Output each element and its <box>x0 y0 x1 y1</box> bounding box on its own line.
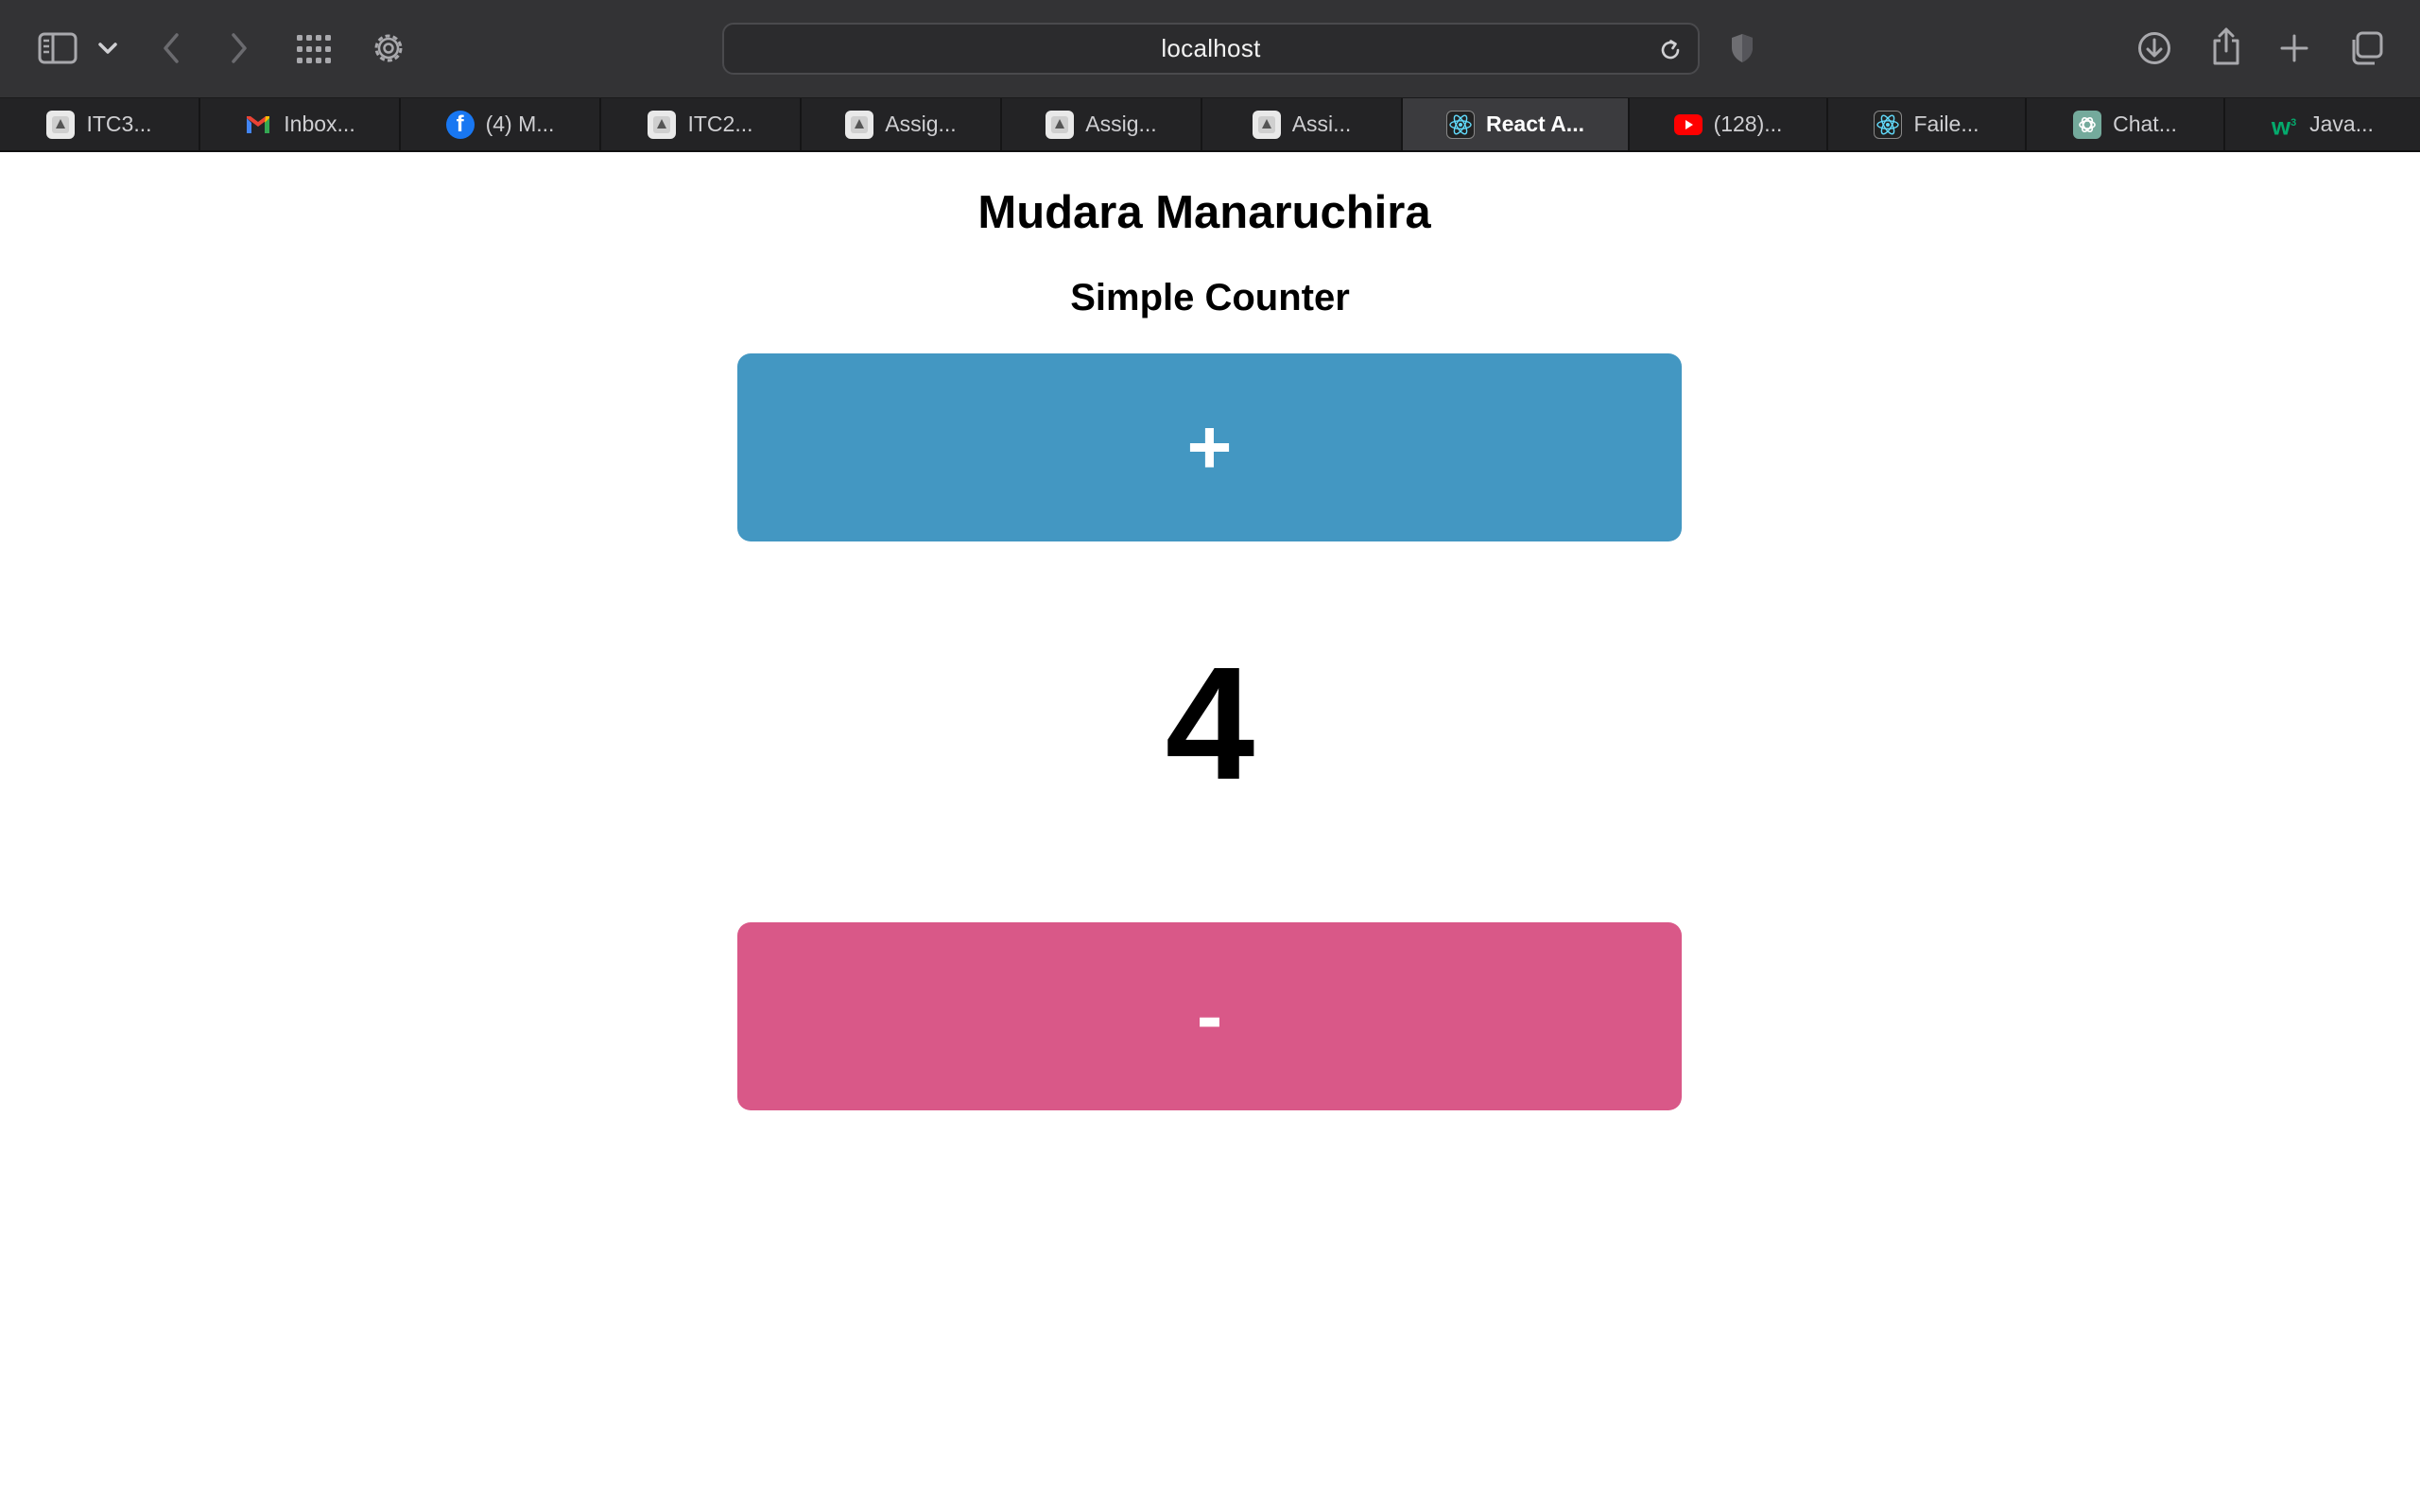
tab-label: Java... <box>2309 112 2374 136</box>
tab-strip: ITC3... Inbox... f (4) M... ITC2... Assi… <box>0 97 2420 152</box>
tab-label: Assig... <box>885 112 957 136</box>
tab-itc3[interactable]: ITC3... <box>0 98 200 150</box>
tab-label: Assi... <box>1291 112 1352 136</box>
new-tab-icon[interactable] <box>2276 30 2312 66</box>
youtube-icon <box>1673 111 1703 139</box>
increment-button[interactable]: + <box>737 353 1682 541</box>
page-content: Mudara Manaruchira Simple Counter + 4 - <box>0 152 2420 1512</box>
reload-icon[interactable] <box>1656 36 1685 64</box>
document-icon <box>1046 110 1075 139</box>
w3schools-icon: w3 <box>2271 112 2297 141</box>
tab-label: ITC2... <box>687 112 753 136</box>
tab-label: React A... <box>1486 112 1584 136</box>
tab-chatgpt[interactable]: Chat... <box>2027 98 2225 150</box>
tab-label: (128)... <box>1713 112 1783 136</box>
browser-toolbar: localhost <box>0 0 2420 97</box>
react-icon <box>1446 110 1476 139</box>
tab-label: (4) M... <box>485 112 555 136</box>
tab-failed[interactable]: Faile... <box>1828 98 2027 150</box>
gear-icon[interactable] <box>369 28 408 68</box>
tab-label: Assig... <box>1085 112 1157 136</box>
sidebar-toggle-icon[interactable] <box>36 28 79 68</box>
counter-value: 4 <box>1165 634 1255 814</box>
tab-youtube[interactable]: (128)... <box>1630 98 1828 150</box>
tab-label: Faile... <box>1913 112 1979 136</box>
privacy-shield-icon[interactable] <box>1726 30 1758 66</box>
tab-label: Chat... <box>2113 112 2177 136</box>
document-icon <box>46 110 76 139</box>
chevron-down-icon[interactable] <box>95 36 121 60</box>
tab-assignment-2[interactable]: Assig... <box>1002 98 1202 150</box>
address-bar[interactable]: localhost <box>722 23 1700 75</box>
tab-inbox[interactable]: Inbox... <box>200 98 401 150</box>
tab-assignment-1[interactable]: Assig... <box>802 98 1002 150</box>
tab-facebook[interactable]: f (4) M... <box>401 98 601 150</box>
tab-react-app[interactable]: React A... <box>1403 98 1630 150</box>
document-icon <box>648 110 677 139</box>
tab-label: Inbox... <box>284 112 355 136</box>
document-icon <box>1252 110 1281 139</box>
react-icon <box>1874 110 1903 139</box>
decrement-button[interactable]: - <box>737 922 1682 1110</box>
address-text: localhost <box>1161 34 1261 62</box>
tab-assignment-3[interactable]: Assi... <box>1202 98 1403 150</box>
back-icon[interactable] <box>155 28 187 68</box>
forward-icon[interactable] <box>223 28 255 68</box>
tab-label: ITC3... <box>86 112 152 136</box>
download-icon[interactable] <box>2135 28 2174 68</box>
grid-icon[interactable] <box>293 30 333 68</box>
share-icon[interactable] <box>2207 25 2245 68</box>
document-icon <box>845 110 874 139</box>
tab-java[interactable]: w3 Java... <box>2225 98 2418 150</box>
gmail-icon <box>244 111 272 139</box>
chatgpt-icon <box>2073 110 2102 139</box>
page-title: Simple Counter <box>1070 277 1350 318</box>
facebook-icon: f <box>445 110 475 139</box>
author-name: Mudara Manaruchira <box>977 187 1431 238</box>
tab-itc2[interactable]: ITC2... <box>601 98 802 150</box>
tab-overview-icon[interactable] <box>2346 28 2386 68</box>
